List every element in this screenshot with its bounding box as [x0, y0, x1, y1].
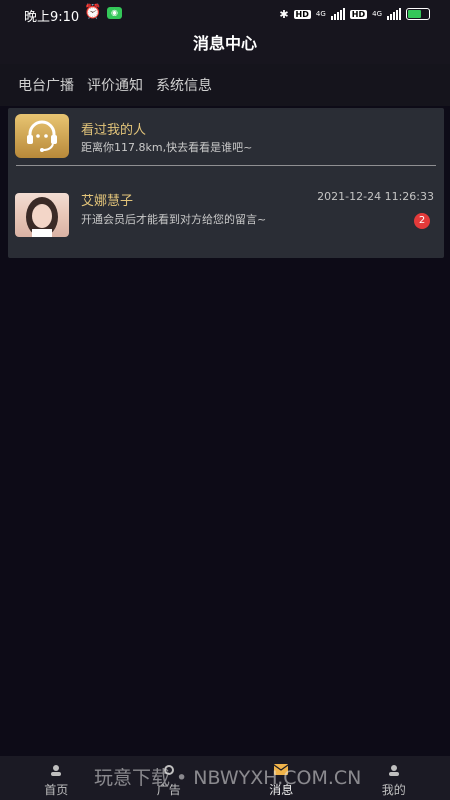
profile-icon [388, 764, 400, 779]
battery-icon [406, 8, 430, 20]
visitors-title: 看过我的人 [81, 123, 147, 138]
status-time: 晚上9:10 [24, 10, 80, 25]
message-timestamp: 2021-12-24 11:26:33 [317, 190, 434, 203]
visitors-entry[interactable]: 看过我的人 距离你117.8km,快去看看是谁吧~ [8, 108, 444, 164]
tab-radio-broadcast[interactable]: 电台广播 [18, 75, 74, 95]
divider [16, 165, 436, 166]
visitors-subtitle: 距离你117.8km,快去看看是谁吧~ [81, 141, 253, 154]
category-tabs: 电台广播 评价通知 系统信息 [0, 64, 450, 106]
hd-badge-2: HD [349, 9, 368, 19]
alarm-icon: ⏰ [84, 4, 102, 20]
message-preview: 开通会员后才能看到对方给您的留言~ [81, 213, 267, 226]
message-list: 看过我的人 距离你117.8km,快去看看是谁吧~ 艾娜慧子 2021-12-2… [8, 108, 444, 258]
network-type: 4G [315, 10, 326, 18]
avatar [15, 193, 69, 237]
home-icon [50, 764, 62, 779]
contact-name: 艾娜慧子 [81, 194, 134, 209]
status-icons: ✱ HD 4G HD 4G [279, 5, 430, 23]
tab-system-info[interactable]: 系统信息 [156, 75, 212, 95]
signal-icon-2 [387, 8, 401, 20]
tab-review-notice[interactable]: 评价通知 [87, 75, 143, 95]
page-title: 消息中心 [0, 28, 450, 64]
watermark: 玩意下载 • NBWYXH.COM.CN [94, 767, 362, 789]
unread-badge: 2 [414, 213, 430, 229]
bluetooth-icon: ✱ [279, 7, 289, 21]
chat-notification-icon: ◉ [107, 7, 122, 19]
hd-badge: HD [293, 9, 311, 19]
headset-avatar-icon [15, 114, 69, 158]
conversation-item[interactable]: 艾娜慧子 2021-12-24 11:26:33 开通会员后才能看到对方给您的留… [8, 168, 444, 258]
status-bar: 晚上9:10 ⏰ ◉ ✱ HD 4G HD 4G [0, 0, 450, 28]
signal-icon [330, 8, 345, 20]
network-type-2: 4G [372, 10, 382, 18]
